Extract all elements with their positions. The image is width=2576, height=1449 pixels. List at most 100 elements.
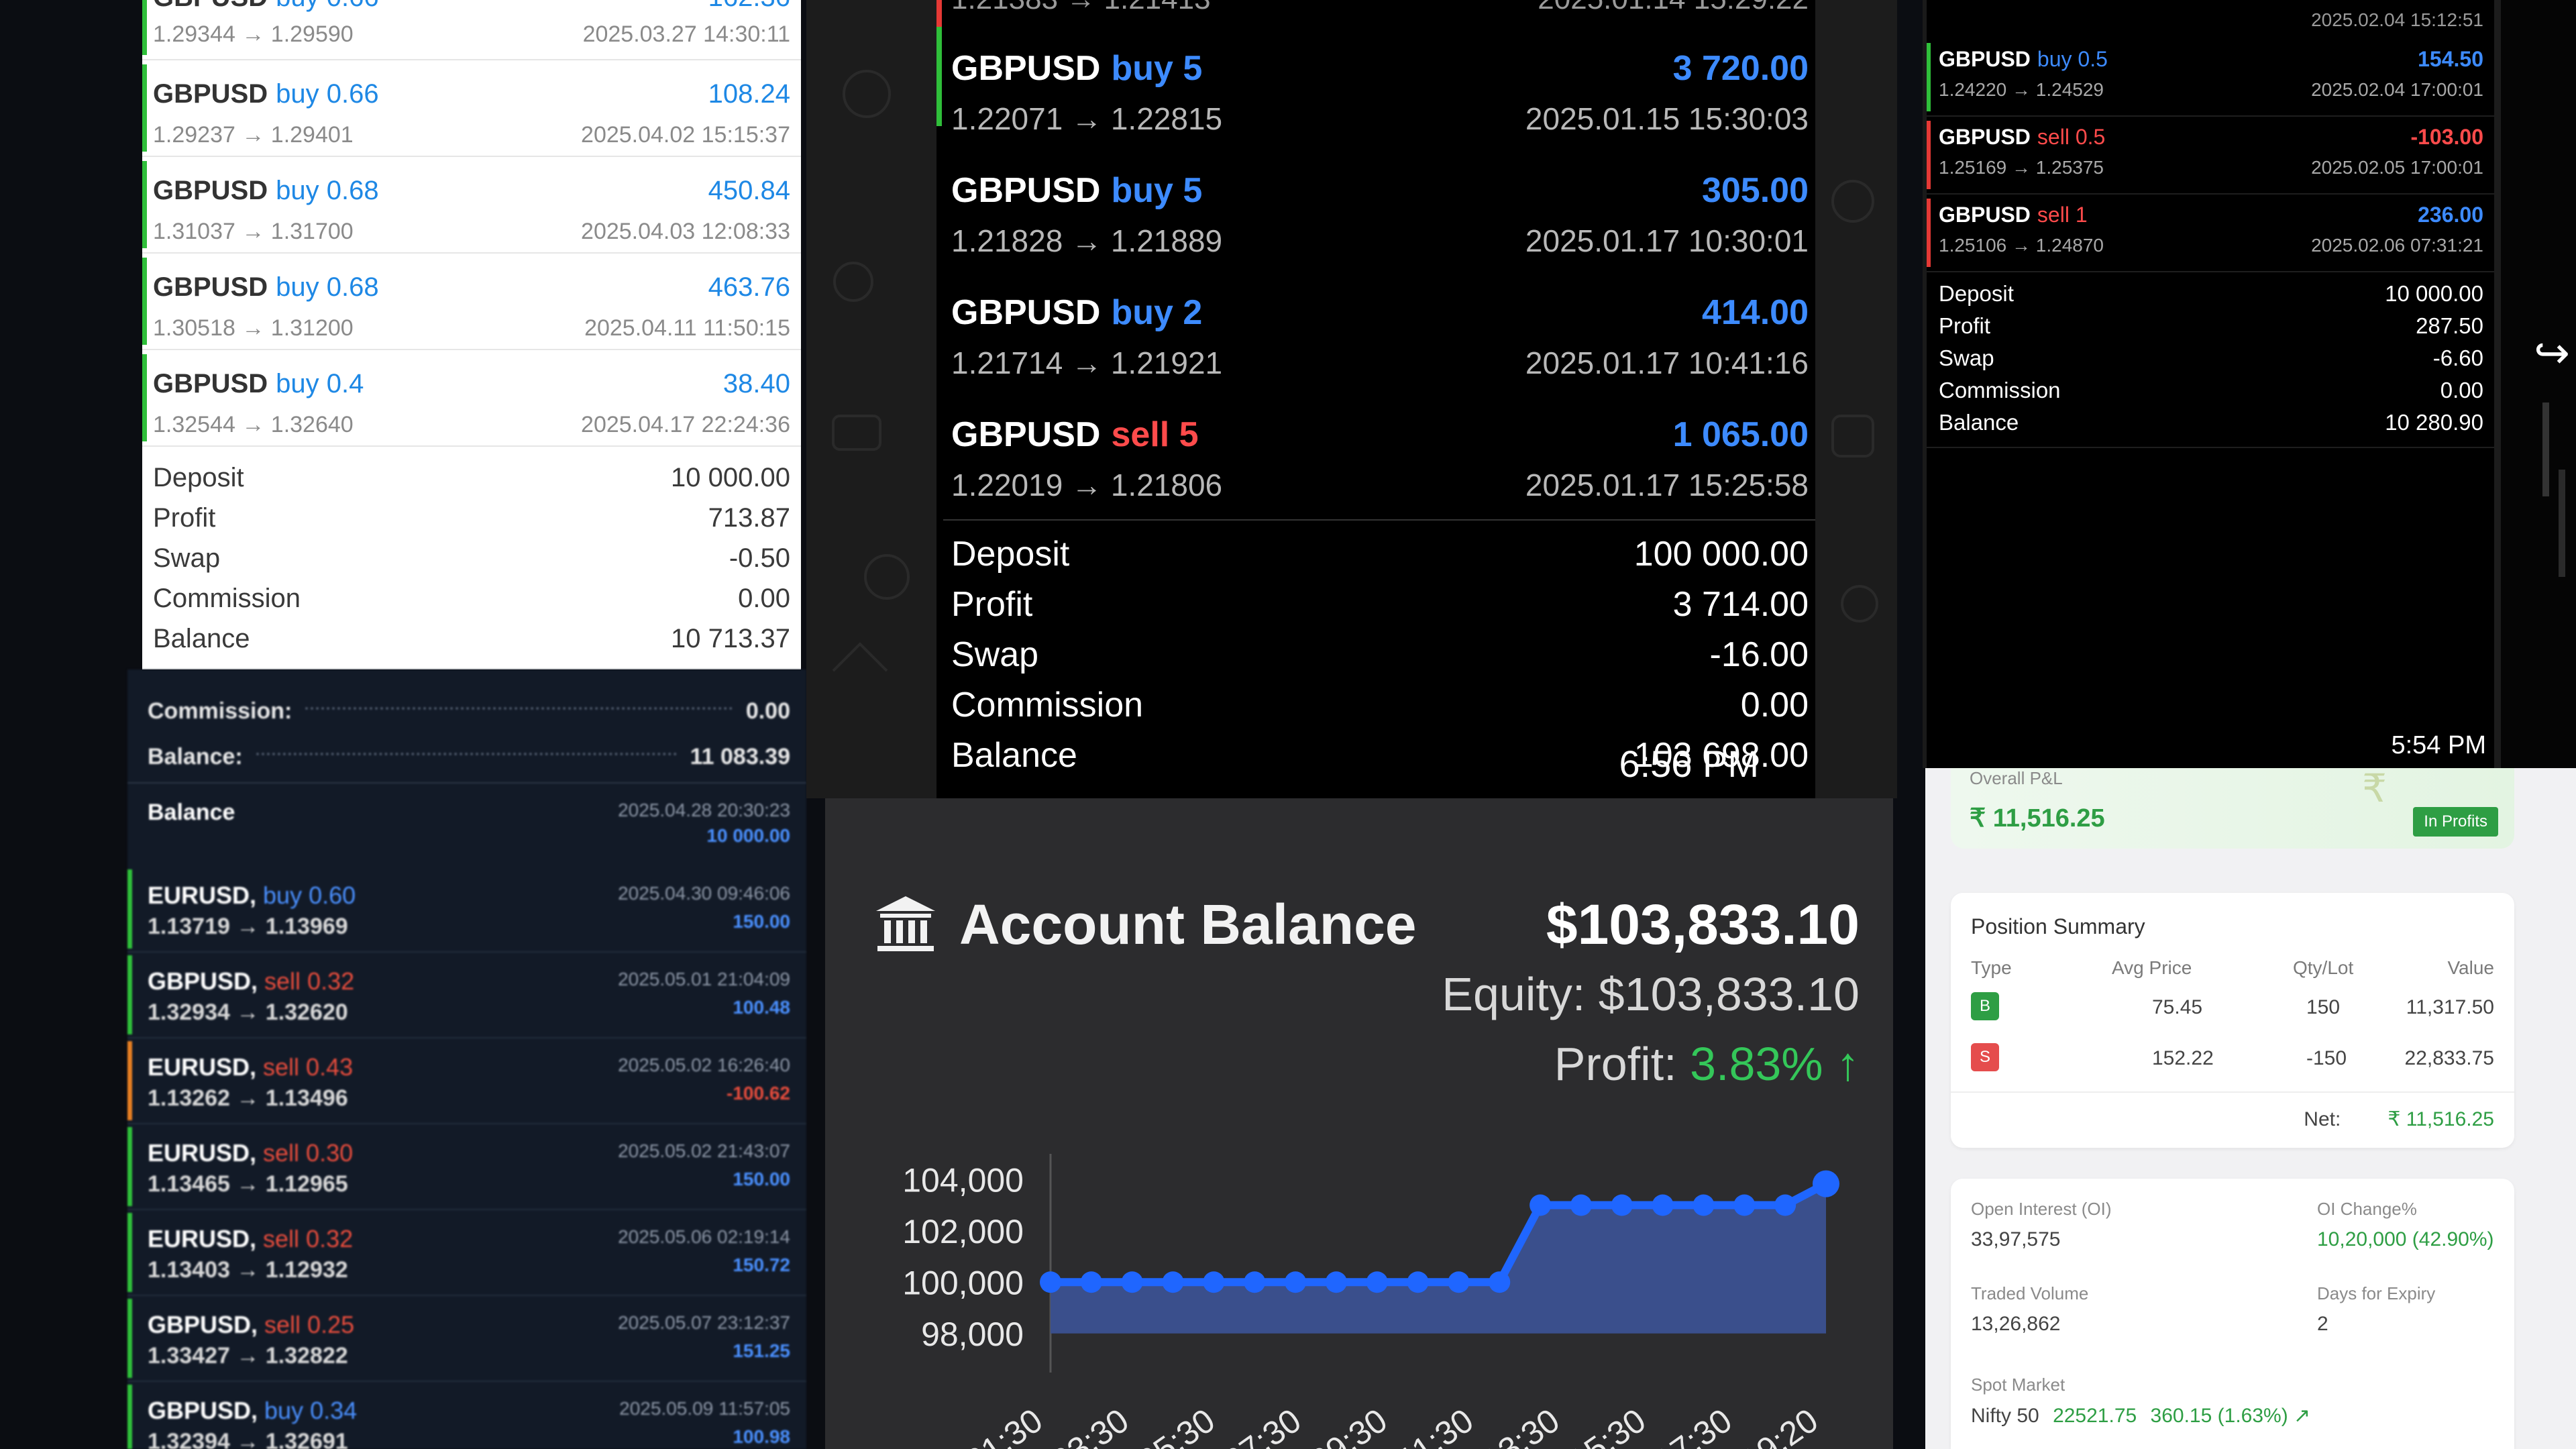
trade-prices: 1.33427 → 1.32822	[148, 1343, 348, 1368]
trade-row[interactable]: GBPUSD, buy 0.34 1.32394 → 1.32691 2025.05.…	[127, 1382, 806, 1449]
position-row[interactable]: B 75.45 150 11,317.50	[1971, 992, 2494, 1043]
trade-row[interactable]: GBPUSD buy 5 305.00 1.21828 → 1.21889 2025.0…	[936, 122, 1815, 258]
summary-profit: Profit 3 714.00	[951, 584, 1809, 624]
y-tick-label: 100,000	[902, 1264, 1024, 1301]
data-point[interactable]	[1203, 1271, 1225, 1293]
data-point[interactable]	[1121, 1271, 1143, 1293]
data-point[interactable]	[1366, 1271, 1388, 1293]
trade-symbol: GBPUSD buy 0.68	[153, 176, 379, 206]
symbol-text: GBPUSD,	[148, 1311, 258, 1338]
candle	[2542, 402, 2549, 496]
summary-deposit: Deposit 10 000.00	[153, 462, 790, 492]
x-tick-label: 09:30	[1303, 1401, 1394, 1449]
balance-entry-row[interactable]: Balance 2025.04.28 20:30:23 10 000.00	[127, 782, 806, 860]
trade-profit: 150.00	[733, 911, 790, 932]
trade-time: 2025.05.06 02:19:14	[618, 1226, 790, 1247]
share-icon[interactable]: ↪	[2528, 329, 2576, 377]
trade-row[interactable]: EURUSD, sell 0.32 1.13403 → 1.12932 2025.05…	[127, 1210, 806, 1296]
trade-time: 2025.04.30 09:46:06	[618, 883, 790, 904]
data-point[interactable]	[1162, 1271, 1184, 1293]
trade-row[interactable]: GBPUSD buy 0.5 154.50 1.24220 → 1.24529 2025…	[1927, 39, 2494, 117]
market-info-card: Open Interest (OI) 33,97,575 OI Change% …	[1951, 1179, 2514, 1449]
trade-row[interactable]: EURUSD, buy 0.60 1.13719 → 1.13969 2025.04.…	[127, 867, 806, 953]
data-point[interactable]	[1244, 1271, 1266, 1293]
x-tick-label: 17:30	[1648, 1401, 1739, 1449]
trade-prices: 1.25169 → 1.25375	[1939, 157, 2104, 178]
trade-prices: 1.13403 → 1.12932	[148, 1257, 348, 1283]
data-point[interactable]	[1774, 1194, 1796, 1216]
data-point[interactable]	[1040, 1271, 1061, 1293]
symbol-text: GBPUSD	[951, 49, 1101, 88]
avg-price: 75.45	[2152, 996, 2203, 1018]
data-point[interactable]	[1529, 1194, 1552, 1216]
trade-row[interactable]: GBPUSD sell 1 236.00 1.25106 → 1.24870 2025.…	[1927, 195, 2494, 272]
data-point[interactable]	[1652, 1194, 1674, 1216]
data-point[interactable]	[1489, 1271, 1511, 1293]
trade-profit: 463.76	[708, 272, 790, 302]
spot-market-label: Spot Market	[1971, 1375, 2065, 1395]
trade-row[interactable]: GBPUSD buy 0.66 108.24 1.29237 → 1.29401 202…	[142, 60, 801, 157]
trade-prices: 1.29237 → 1.29401	[153, 122, 354, 148]
data-point[interactable]	[1080, 1271, 1102, 1293]
trade-history-panel-black: 1.21383 → 1.21413 2025.01.14 15:29:22 GB…	[936, 0, 1815, 798]
data-point[interactable]	[1733, 1194, 1756, 1216]
trade-row[interactable]: EURUSD, sell 0.43 1.13262 → 1.13496 2025.05…	[127, 1038, 806, 1124]
y-tick-label: 98,000	[921, 1316, 1024, 1353]
position-summary-card: Position Summary Type Avg Price Qty/Lot …	[1951, 893, 2514, 1148]
data-point[interactable]	[1611, 1194, 1633, 1216]
trade-symbol: GBPUSD buy 0.5	[1939, 47, 2108, 72]
trade-side-bar	[142, 0, 147, 55]
x-tick-label: 01:30	[959, 1401, 1050, 1449]
trade-side: buy 5	[1111, 171, 1203, 210]
trade-row[interactable]: GBPUSD buy 2 414.00 1.21714 → 1.21921 2025.0…	[936, 244, 1815, 380]
trade-time: 2025.04.17 22:24:36	[581, 412, 790, 437]
trade-row[interactable]: GBPUSD buy 0.68 450.84 1.31037 → 1.31700 202…	[142, 157, 801, 254]
trade-row[interactable]: GBPUSD, sell 0.25 1.33427 → 1.32822 2025.05…	[127, 1296, 806, 1382]
trade-side: buy 0.4	[276, 369, 364, 398]
trade-row[interactable]: GBPUSD sell 5 1 065.00 1.22019 → 1.21806 202…	[936, 366, 1815, 502]
options-position-panel: Overall P&L ₹ 11,516.25 ₹ In Profits Pos…	[1925, 768, 2576, 1449]
spot-market-row[interactable]: Nifty 50 22521.75 360.15 (1.63%) ↗	[1971, 1404, 2310, 1428]
trade-side-bar	[127, 1385, 132, 1449]
data-point[interactable]	[1570, 1194, 1592, 1216]
trade-side-bar	[127, 1299, 132, 1378]
position-value: 22,833.75	[2404, 1047, 2494, 1069]
traded-volume-value: 13,26,862	[1971, 1313, 2061, 1335]
x-tick-label: 13:30	[1476, 1401, 1566, 1449]
trade-side: buy 0.60	[263, 881, 356, 909]
data-point[interactable]	[1813, 1170, 1839, 1197]
position-row[interactable]: S 152.22 -150 22,833.75	[1971, 1043, 2494, 1094]
trade-side-bar	[142, 64, 147, 152]
trade-row[interactable]: GBPUSD buy 53 720.00 1.22071 → 1.22815 2025…	[936, 0, 1815, 136]
trade-row[interactable]: GBPUSDbuy 0.66 162.36 1.29344 → 1.29590 …	[142, 0, 801, 60]
symbol-text: GBPUSD	[951, 293, 1101, 332]
trade-time: 2025.05.07 23:12:37	[618, 1312, 790, 1333]
trade-row[interactable]: GBPUSD, sell 0.32 1.32934 → 1.32620 2025.05…	[127, 953, 806, 1038]
trade-time: 2025.05.01 21:04:09	[618, 969, 790, 989]
data-point[interactable]	[1407, 1271, 1429, 1293]
symbol-text: EURUSD,	[148, 1225, 257, 1252]
trade-row[interactable]: GBPUSD sell 0.5 -103.00 1.25169 → 1.25375 20…	[1927, 117, 2494, 195]
data-point[interactable]	[1448, 1271, 1470, 1293]
trade-symbol: EURUSD, buy 0.60	[148, 881, 356, 910]
summary-profit: Profit 713.87	[153, 502, 790, 533]
data-point[interactable]	[1285, 1271, 1307, 1293]
trade-time: 2025.05.09 11:57:05	[619, 1398, 790, 1419]
symbol-text: GBPUSD	[1939, 125, 2031, 149]
symbol-text: GBPUSD	[951, 415, 1101, 454]
trade-row[interactable]: GBPUSD buy 0.68 463.76 1.30518 → 1.31200 202…	[142, 254, 801, 350]
trade-profit: 38.40	[722, 369, 790, 398]
trade-row[interactable]: EURUSD, sell 0.30 1.13465 → 1.12965 2025.05…	[127, 1124, 806, 1210]
days-expiry-label: Days for Expiry	[2317, 1283, 2436, 1303]
data-point[interactable]	[1693, 1194, 1715, 1216]
summary-commission: Commission 0.00	[1939, 378, 2483, 402]
trade-row[interactable]: GBPUSD buy 0.4 38.40 1.32544 → 1.32640 2025.…	[142, 350, 801, 447]
trade-side-bar	[127, 1041, 132, 1120]
sell-badge: S	[1971, 1043, 1999, 1071]
summary-swap: Swap -16.00	[951, 635, 1809, 674]
overall-pnl-card[interactable]: Overall P&L ₹ 11,516.25 ₹ In Profits	[1951, 768, 2514, 849]
symbol-text: EURUSD,	[148, 1139, 257, 1167]
trade-side-bar	[936, 27, 942, 126]
trade-prices: 1.32934 → 1.32620	[148, 1000, 348, 1025]
data-point[interactable]	[1325, 1271, 1347, 1293]
